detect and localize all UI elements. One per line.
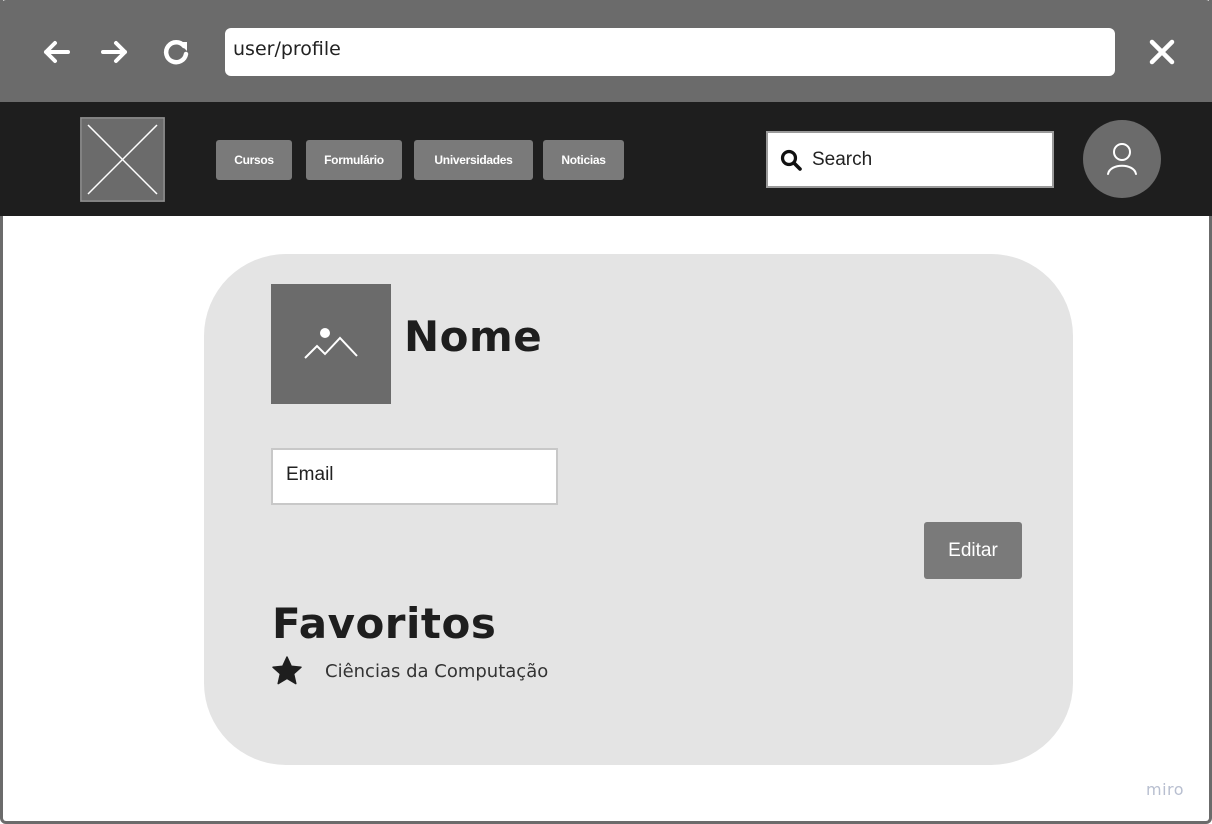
nav-cursos-button[interactable]: Cursos: [216, 140, 292, 180]
back-arrow-icon[interactable]: [38, 34, 74, 70]
user-icon: [1107, 143, 1137, 175]
nav-formulario-button[interactable]: Formulário: [306, 140, 402, 180]
close-icon[interactable]: [1146, 36, 1178, 68]
favorites-heading: Favoritos: [272, 599, 497, 648]
avatar[interactable]: [1083, 120, 1161, 198]
forward-arrow-icon[interactable]: [97, 34, 133, 70]
image-icon: [304, 328, 358, 359]
watermark: miro: [1146, 780, 1185, 799]
search-icon: [780, 149, 802, 171]
profile-card: Nome Email Editar Favoritos Ciências da …: [204, 254, 1073, 765]
search-placeholder: Search: [812, 148, 873, 170]
refresh-icon[interactable]: [158, 34, 194, 70]
favorite-item-label: Ciências da Computação: [325, 660, 549, 682]
logo[interactable]: [80, 117, 165, 202]
star-icon: [272, 656, 302, 685]
edit-button[interactable]: Editar: [924, 522, 1022, 579]
email-field[interactable]: Email: [271, 448, 558, 505]
nav-universidades-button[interactable]: Universidades: [414, 140, 533, 180]
favorite-item[interactable]: Ciências da Computação: [271, 654, 548, 688]
profile-image[interactable]: [271, 284, 391, 404]
address-bar[interactable]: user/profile: [225, 28, 1115, 76]
browser-toolbar: user/profile: [0, 0, 1212, 102]
app-header: Cursos Formulário Universidades Noticias…: [0, 102, 1212, 216]
profile-name: Nome: [404, 312, 543, 361]
nav-noticias-button[interactable]: Noticias: [543, 140, 624, 180]
search-input[interactable]: Search: [766, 131, 1054, 188]
image-placeholder-icon: [80, 117, 165, 202]
